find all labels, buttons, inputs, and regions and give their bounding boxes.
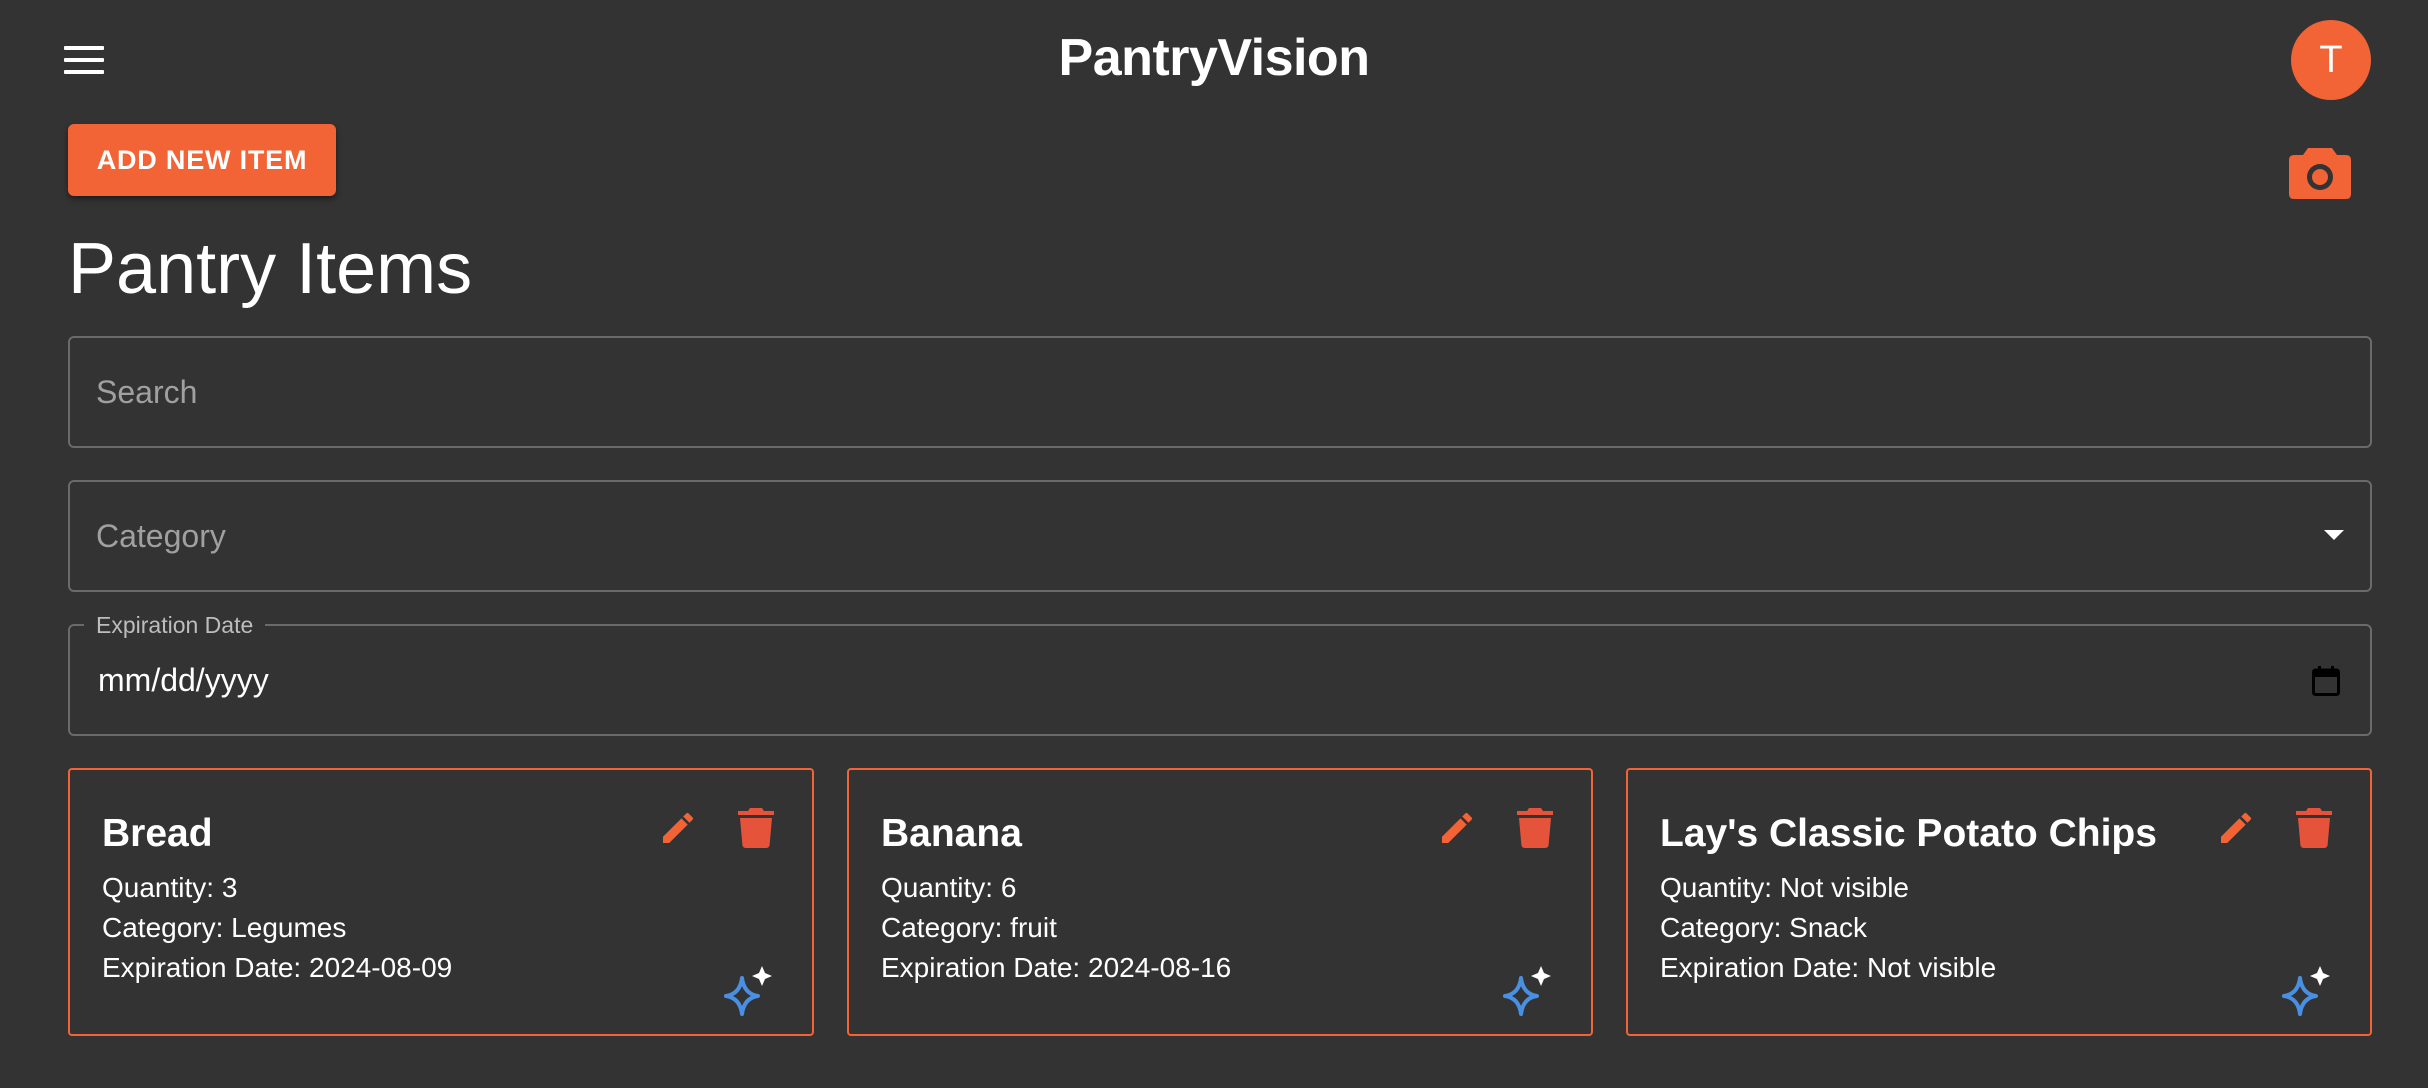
- expiration-date-label: Expiration Date: [84, 612, 266, 639]
- dropdown-arrow-icon[interactable]: [2324, 530, 2344, 540]
- delete-icon[interactable]: [2296, 808, 2332, 848]
- ai-sparkle-icon[interactable]: [1503, 964, 1555, 1016]
- app-title: PantryVision: [1058, 29, 1370, 87]
- search-input[interactable]: [96, 338, 2336, 446]
- avatar[interactable]: T: [2291, 20, 2371, 100]
- item-expiration: Expiration Date: 2024-08-09: [102, 952, 453, 983]
- pantry-item-card: Banana Quantity: 6 Category: fruit Expir…: [847, 768, 1593, 1036]
- ai-sparkle-icon[interactable]: [2282, 964, 2334, 1016]
- category-select[interactable]: Category: [68, 480, 2372, 592]
- item-expiration: Expiration Date: 2024-08-16: [881, 952, 1232, 983]
- item-name: Lay's Classic Potato Chips: [1660, 812, 2157, 855]
- item-quantity: Quantity: Not visible: [1660, 872, 1909, 903]
- edit-icon[interactable]: [658, 808, 698, 848]
- pantry-item-card: Bread Quantity: 3 Category: Legumes Expi…: [68, 768, 814, 1036]
- expiration-date-input[interactable]: mm/dd/yyyy: [98, 662, 269, 699]
- item-quantity: Quantity: 6: [881, 872, 1017, 903]
- item-category: Category: Legumes: [102, 912, 347, 943]
- ai-sparkle-icon[interactable]: [724, 964, 776, 1016]
- app-bar: PantryVision T: [0, 0, 2428, 120]
- item-category: Category: fruit: [881, 912, 1057, 943]
- camera-icon[interactable]: [2288, 144, 2352, 200]
- edit-icon[interactable]: [2216, 808, 2256, 848]
- expiration-date-field[interactable]: Expiration Date mm/dd/yyyy: [68, 612, 2372, 736]
- add-new-item-button[interactable]: ADD NEW ITEM: [68, 124, 336, 196]
- item-expiration: Expiration Date: Not visible: [1660, 952, 1997, 983]
- item-quantity: Quantity: 3: [102, 872, 238, 903]
- search-field[interactable]: [68, 336, 2372, 448]
- item-name: Banana: [881, 812, 1022, 855]
- pantry-item-card: Lay's Classic Potato Chips Quantity: Not…: [1626, 768, 2372, 1036]
- edit-icon[interactable]: [1437, 808, 1477, 848]
- item-category: Category: Snack: [1660, 912, 1867, 943]
- item-name: Bread: [102, 812, 213, 855]
- delete-icon[interactable]: [1517, 808, 1553, 848]
- delete-icon[interactable]: [738, 808, 774, 848]
- calendar-icon[interactable]: [2312, 666, 2340, 696]
- page-title: Pantry Items: [68, 229, 473, 309]
- category-placeholder: Category: [96, 518, 226, 554]
